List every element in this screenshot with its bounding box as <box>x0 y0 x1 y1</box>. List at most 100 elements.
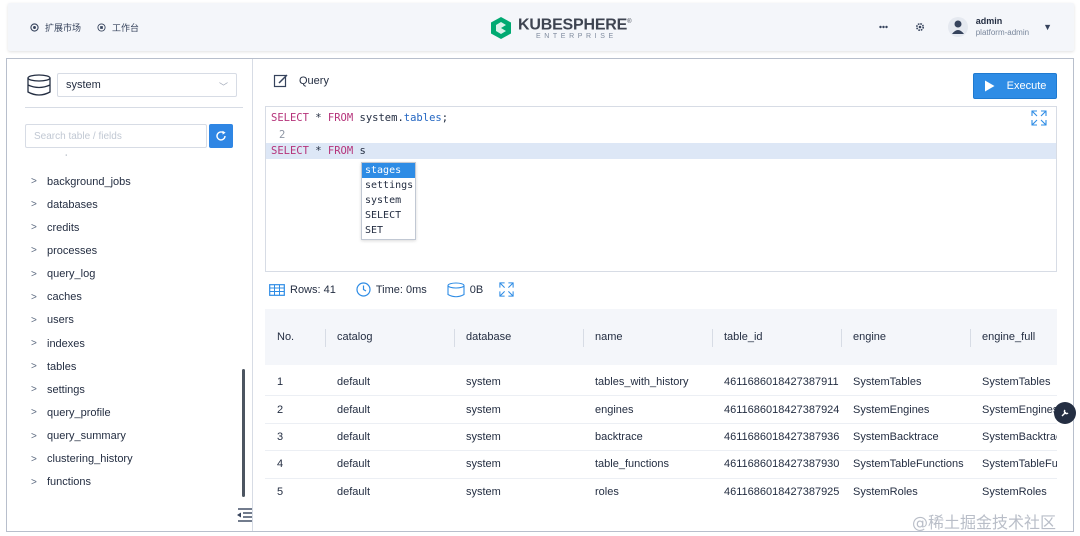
sidebar-item-query_log[interactable]: > query_log <box>31 263 133 286</box>
sidebar-scrollbar[interactable] <box>242 369 245 497</box>
time-elapsed: Time: 0ms <box>375 283 427 296</box>
sidebar-item-functions[interactable]: > functions <box>31 471 133 494</box>
sidebar-item-label: tables <box>47 360 77 373</box>
kubesphere-logo-icon <box>491 17 511 40</box>
table-cell: SystemEngines <box>853 403 930 416</box>
autocomplete-option[interactable]: settings <box>362 178 415 193</box>
settings-gear-icon[interactable] <box>912 19 928 35</box>
table-row[interactable]: 1 default system tables_with_history 4611686… <box>265 369 1057 397</box>
floating-tool-button[interactable] <box>1054 402 1076 424</box>
user-menu-caret-icon[interactable]: ▼ <box>1043 22 1052 32</box>
user-info[interactable]: admin platform-admin <box>976 15 1029 39</box>
chevron-right-icon: > <box>31 199 37 211</box>
table-row[interactable]: 2 default system engines 4611686018427387924… <box>265 396 1057 424</box>
sidebar-item-label: clustering_history <box>47 453 133 466</box>
sidebar-item-indexes[interactable]: > indexes <box>31 332 133 355</box>
edit-query-icon <box>273 74 288 88</box>
execute-button[interactable]: Execute <box>973 73 1057 99</box>
refresh-button[interactable] <box>209 124 233 148</box>
table-cell: system <box>466 403 501 416</box>
sidebar-item-label: query_log <box>47 268 96 281</box>
sidebar-item-databases[interactable]: > databases <box>31 193 133 216</box>
table-cell: SystemTableFunctions <box>982 458 1057 471</box>
main-panel: system ﹀ ˙ > background_jobs > databases > cr… <box>6 58 1074 532</box>
search-input[interactable] <box>25 124 207 148</box>
query-header: Query <box>273 73 329 89</box>
column-header-engine_full[interactable]: engine_full <box>970 309 1057 365</box>
table-cell: SystemEngines <box>982 403 1057 416</box>
editor-line-2: 2 <box>279 129 286 141</box>
chevron-right-icon: > <box>31 222 37 234</box>
table-cell: 4611686018427387924 <box>724 403 840 416</box>
table-cell: default <box>337 430 371 443</box>
sidebar-item-query_profile[interactable]: > query_profile <box>31 401 133 424</box>
play-icon <box>984 80 995 92</box>
autocomplete-option[interactable]: system <box>362 193 415 208</box>
sidebar-item-label: query_profile <box>47 406 111 419</box>
collapse-sidebar-icon[interactable] <box>235 507 253 523</box>
editor-line-3: SELECT * FROM s <box>266 143 1056 159</box>
sidebar-item-processes[interactable]: > processes <box>31 239 133 262</box>
brand-subtitle: ENTERPRISE <box>536 33 617 41</box>
table-cell: SystemRoles <box>982 485 1047 498</box>
autocomplete-option[interactable]: SET <box>362 223 415 238</box>
sidebar-item-clustering_history[interactable]: > clustering_history <box>31 448 133 471</box>
wrench-icon <box>1061 409 1069 417</box>
workbench-icon <box>97 23 106 32</box>
query-title: Query <box>299 75 329 87</box>
clock-icon <box>356 282 371 297</box>
table-cell: system <box>466 376 501 389</box>
user-role: platform-admin <box>975 28 1030 37</box>
brand-name: KUBESPHERE® <box>518 16 632 34</box>
column-header-table_id[interactable]: table_id <box>712 309 841 365</box>
table-tree: > background_jobs > databases > credits > proce… <box>31 170 133 494</box>
nav-workbench[interactable]: 工作台 <box>97 21 139 34</box>
autocomplete-option[interactable]: SELECT <box>362 208 415 223</box>
sidebar-item-caches[interactable]: > caches <box>31 286 133 309</box>
table-cell: SystemTableFunctions <box>853 458 964 471</box>
table-cell: system <box>466 430 501 443</box>
expand-results-icon[interactable] <box>498 281 515 298</box>
sidebar-item-credits[interactable]: > credits <box>31 216 133 239</box>
table-cell: SystemTables <box>982 376 1051 389</box>
sidebar-item-settings[interactable]: > settings <box>31 378 133 401</box>
nav-workbench-label: 工作台 <box>112 23 140 33</box>
chevron-right-icon: > <box>31 384 37 396</box>
marketplace-icon <box>30 23 39 32</box>
table-cell: default <box>337 376 371 389</box>
column-header-no[interactable]: No. <box>265 309 325 365</box>
avatar[interactable] <box>947 17 968 37</box>
column-header-database[interactable]: database <box>454 309 583 365</box>
partially-hidden-item: ˙ <box>65 154 73 158</box>
column-header-name[interactable]: name <box>583 309 712 365</box>
brand-logo[interactable]: KUBESPHERE® ENTERPRISE <box>490 15 632 41</box>
execute-label: Execute <box>1006 80 1047 92</box>
column-header-catalog[interactable]: catalog <box>325 309 454 365</box>
table-row[interactable]: 5 default system roles 4611686018427387925 Sy… <box>265 479 1057 503</box>
table-cell: 2 <box>277 403 284 416</box>
editor-line-1: SELECT * FROM system.tables; <box>271 112 449 124</box>
chevron-right-icon: > <box>31 338 37 350</box>
fullscreen-expand-icon[interactable] <box>1030 109 1048 127</box>
sidebar-item-label: settings <box>47 383 85 396</box>
sidebar-item-query_summary[interactable]: > query_summary <box>31 425 133 448</box>
sidebar-item-background_jobs[interactable]: > background_jobs <box>31 170 133 193</box>
database-selector[interactable]: system ﹀ <box>25 71 237 99</box>
table-row[interactable]: 3 default system backtrace 46116860184273879… <box>265 424 1057 452</box>
sidebar-item-tables[interactable]: > tables <box>31 355 133 378</box>
sidebar-item-label: processes <box>47 244 98 257</box>
table-cell: 5 <box>277 485 284 498</box>
table-cell: 4611686018427387936 <box>724 430 840 443</box>
table-cell: 4611686018427387911 <box>724 376 839 389</box>
sql-editor[interactable]: SELECT * FROM system.tables; 2 SELECT * … <box>265 106 1057 272</box>
column-header-engine[interactable]: engine <box>841 309 970 365</box>
sidebar-item-label: functions <box>47 476 92 489</box>
database-select[interactable]: system ﹀ <box>57 73 237 97</box>
sidebar-item-users[interactable]: > users <box>31 309 133 332</box>
grid-dots-icon[interactable] <box>876 19 892 35</box>
chevron-down-icon: ﹀ <box>218 82 228 92</box>
table-row[interactable]: 4 default system table_functions 46116860184… <box>265 451 1057 479</box>
nav-extension-marketplace[interactable]: 扩展市场 <box>30 21 81 34</box>
autocomplete-option[interactable]: stages <box>362 163 415 178</box>
top-right-controls: admin platform-admin ▼ <box>876 15 1052 39</box>
